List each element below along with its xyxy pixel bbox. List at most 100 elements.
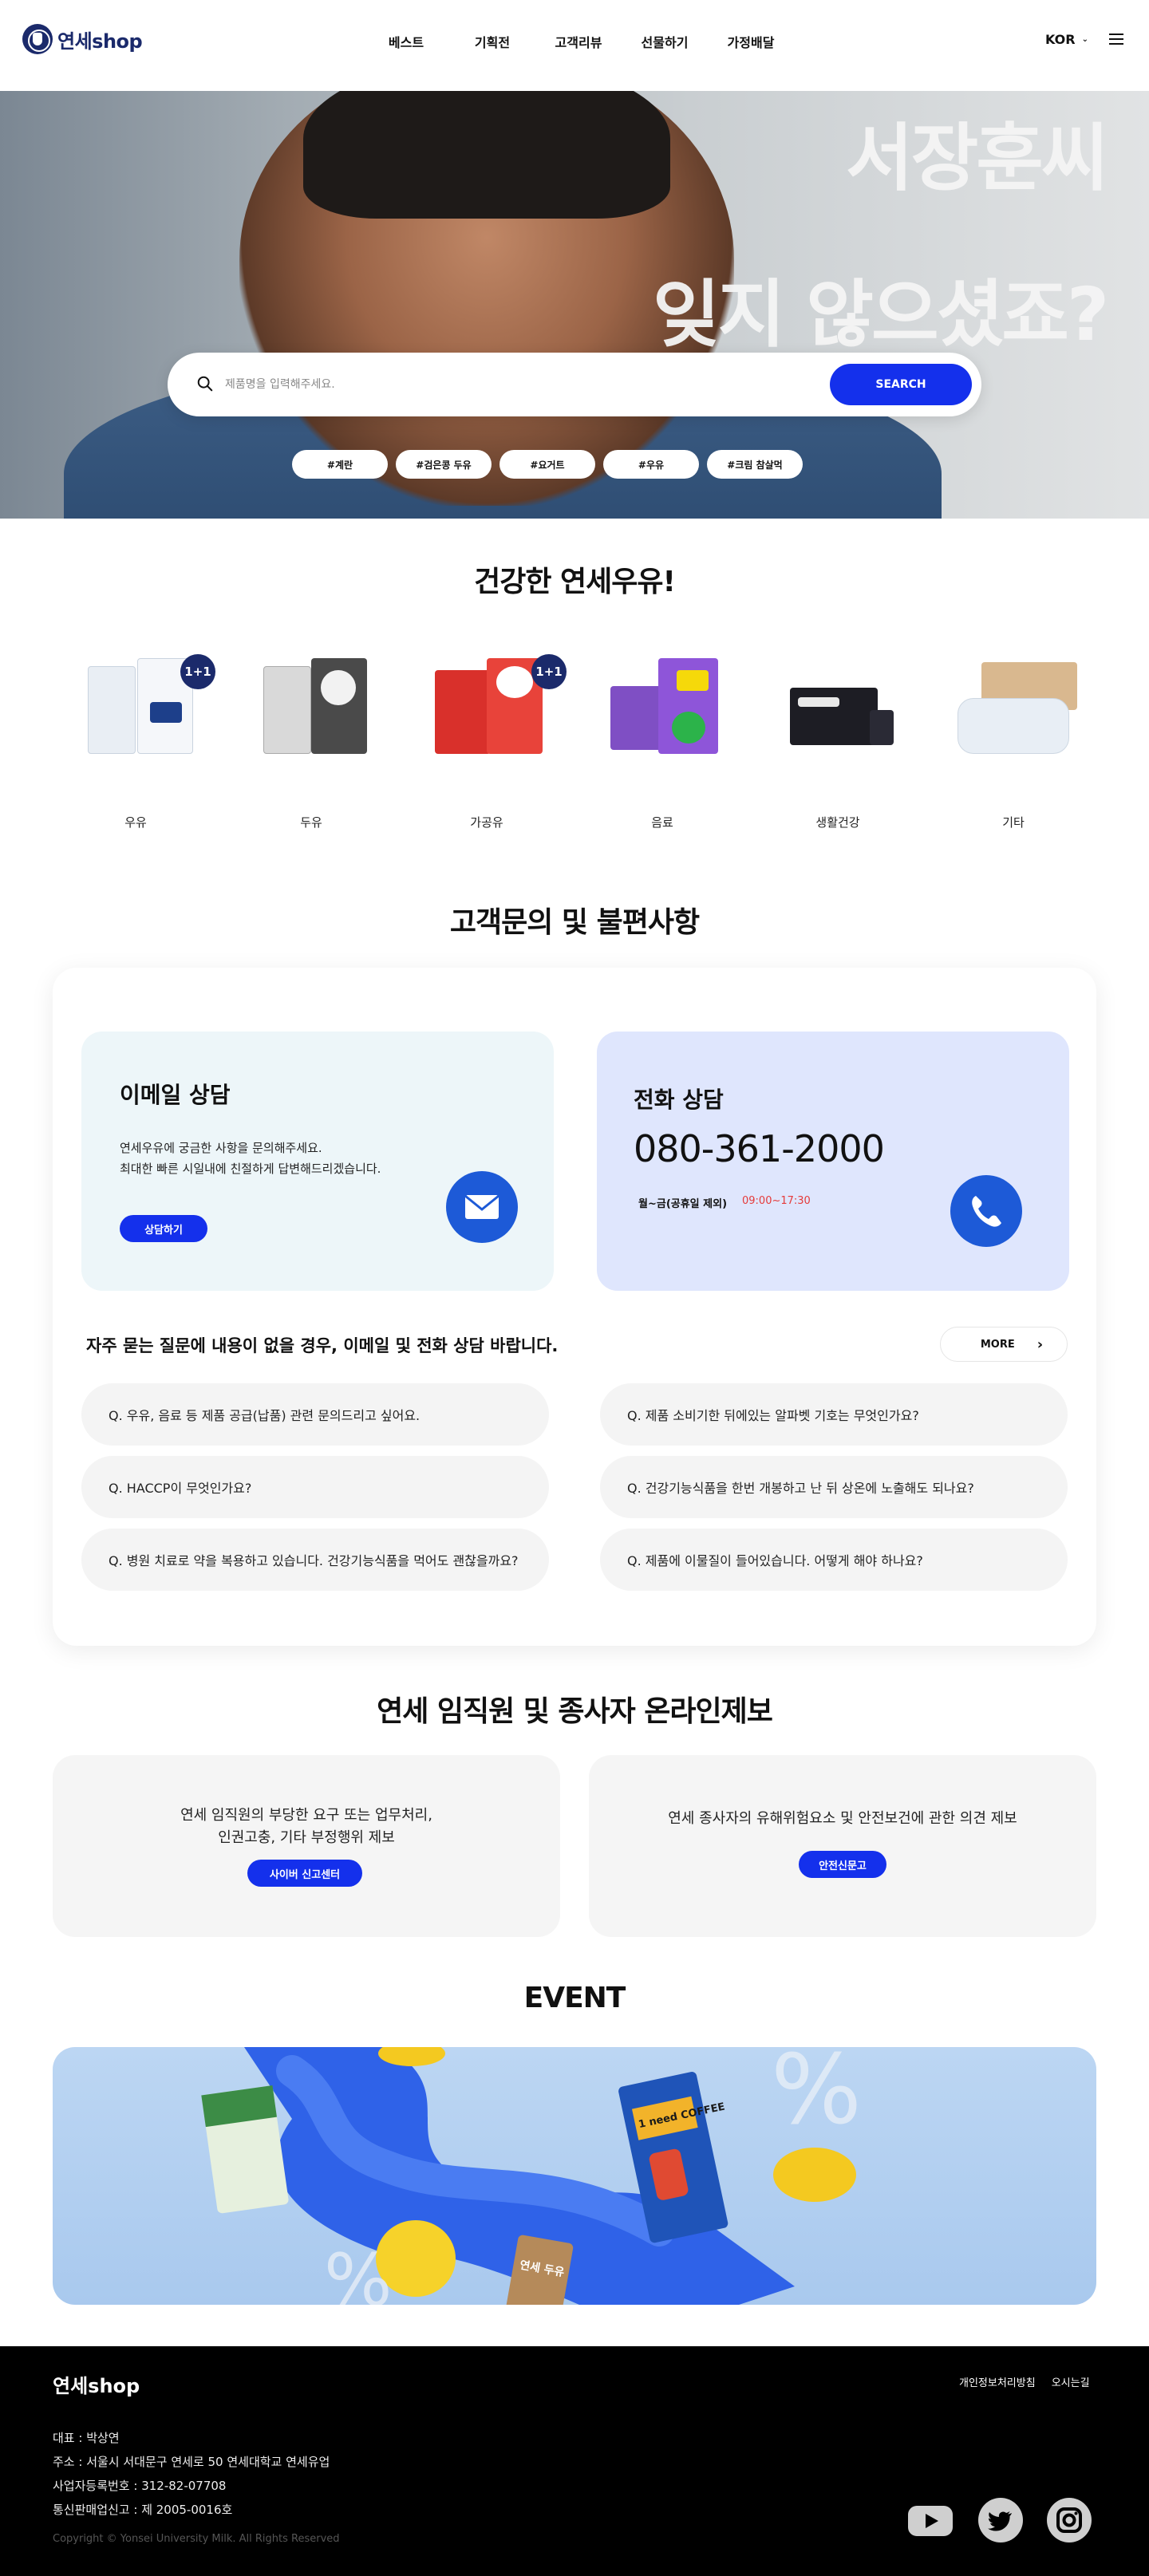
phone-hours: 09:00~17:30: [742, 1195, 811, 1207]
chevron-right-icon: ›: [1036, 1335, 1044, 1353]
site-footer: 연세shop 개인정보처리방침 오시는길 대표 : 박상연 주소 : 서울시 서…: [0, 2346, 1149, 2576]
hashtag-list: #계란 #검은콩 두유 #요거트 #우유 #크림 참살먹: [292, 450, 803, 479]
search-button[interactable]: SEARCH: [830, 364, 972, 405]
search-box: SEARCH: [168, 353, 981, 416]
phone-title: 전화 상담: [634, 1087, 724, 1113]
safety-report-button[interactable]: 안전신문고: [799, 1851, 886, 1878]
nav-best[interactable]: 베스트: [363, 32, 449, 51]
category-soymilk[interactable]: 두유: [223, 638, 399, 830]
phone-icon: [950, 1175, 1022, 1247]
category-label: 기타: [1002, 815, 1025, 830]
faq-item[interactable]: Q. 건강기능식품을 한번 개봉하고 난 뒤 상온에 노출해도 되나요?: [600, 1456, 1068, 1518]
faq-question: Q. 건강기능식품을 한번 개봉하고 난 뒤 상온에 노출해도 되나요?: [627, 1481, 974, 1496]
footer-links: 개인정보처리방침 오시는길: [959, 2374, 1090, 2389]
faq-heading: 자주 묻는 질문에 내용이 없을 경우, 이메일 및 전화 상담 바랍니다.: [86, 1336, 559, 1355]
safety-report-text: 연세 종사자의 유해위험요소 및 안전보건에 관한 의견 제보: [668, 1810, 1017, 1827]
phone-days: 월~금(공휴일 제외): [638, 1198, 728, 1210]
faq-question: Q. 제품 소비기한 뒤에있는 알파벳 기호는 무엇인가요?: [627, 1408, 919, 1423]
chevron-down-icon: ⌄: [1081, 35, 1088, 44]
category-label: 우유: [124, 815, 147, 830]
category-label: 음료: [651, 815, 673, 830]
event-title: EVENT: [523, 1982, 626, 2014]
promo-badge: 1+1: [531, 654, 567, 689]
svg-text:%: %: [324, 2239, 393, 2305]
nav-reviews[interactable]: 고객리뷰: [535, 32, 622, 51]
hero-banner: 서장훈씨 잊지 않으셨죠? SEARCH #계란 #검은콩 두유 #요거트 #우…: [0, 91, 1149, 519]
faq-question: Q. 우유, 음료 등 제품 공급(납품) 관련 문의드리고 싶어요.: [109, 1408, 421, 1423]
category-label: 생활건강: [815, 815, 860, 830]
etc-product-image: [950, 638, 1077, 766]
nav-special[interactable]: 기획전: [449, 32, 535, 51]
safety-report-card: 연세 종사자의 유해위험요소 및 안전보건에 관한 의견 제보 안전신문고: [589, 1755, 1096, 1937]
flavored-milk-product-image: [423, 638, 551, 766]
faq-question: Q. 제품에 이물질이 들어있습니다. 어떻게 해야 하나요?: [627, 1553, 923, 1568]
promo-badge: 1+1: [180, 654, 215, 689]
menu-icon[interactable]: [1109, 34, 1123, 45]
nav-delivery[interactable]: 가정배달: [708, 32, 794, 51]
cyber-report-button[interactable]: 사이버 신고센터: [247, 1860, 362, 1887]
faq-item[interactable]: Q. 병원 치료로 약을 복용하고 있습니다. 건강기능식품을 먹어도 괜찮을까…: [81, 1529, 549, 1591]
footer-ceo: 대표 : 박상연: [53, 2431, 120, 2445]
hashtag-soymilk[interactable]: #검은콩 두유: [396, 450, 492, 479]
category-etc[interactable]: 기타: [926, 638, 1101, 830]
hashtag-milk[interactable]: #우유: [603, 450, 699, 479]
mail-icon: [446, 1171, 518, 1243]
logo-text: 연세shop: [57, 30, 143, 53]
copyright: Copyright © Yonsei University Milk. All …: [53, 2533, 340, 2545]
cyber-report-line-1: 연세 임직원의 부당한 요구 또는 업무처리,: [180, 1807, 432, 1824]
email-consult-button[interactable]: 상담하기: [120, 1215, 207, 1242]
health-product-image: [774, 638, 902, 766]
category-health[interactable]: 생활건강: [750, 638, 926, 830]
email-consult-card: 이메일 상담 연세우유에 궁금한 사항을 문의해주세요. 최대한 빠른 시일내에…: [81, 1032, 554, 1291]
more-label: MORE: [980, 1338, 1015, 1351]
products-title: 건강한 연세우유!: [474, 566, 676, 598]
site-logo[interactable]: 연세shop: [22, 24, 143, 54]
hero-headline-1: 서장훈씨: [846, 116, 1109, 201]
footer-address: 주소 : 서울시 서대문구 연세로 50 연세대학교 연세유업: [53, 2455, 330, 2469]
event-banner[interactable]: % % 1 need COFFEE 연세 두유: [53, 2047, 1096, 2305]
cyber-report-card: 연세 임직원의 부당한 요구 또는 업무처리, 인권고충, 기타 부정행위 제보…: [53, 1755, 560, 1937]
phone-number: 080-361-2000: [634, 1127, 885, 1170]
hashtag-egg[interactable]: #계란: [292, 450, 388, 479]
category-beverage[interactable]: 음료: [574, 638, 750, 830]
hero-headline-2: 잊지 않으셨죠?: [653, 272, 1109, 357]
cyber-report-line-2: 인권고충, 기타 부정행위 제보: [218, 1829, 395, 1846]
language-label: KOR: [1045, 32, 1076, 47]
faq-question: Q. HACCP이 무엇인가요?: [109, 1481, 252, 1496]
inquiry-title: 고객문의 및 불편사항: [449, 906, 700, 939]
footer-biz-no: 사업자등록번호 : 312-82-07708: [53, 2479, 227, 2493]
faq-item[interactable]: Q. 우유, 음료 등 제품 공급(납품) 관련 문의드리고 싶어요.: [81, 1383, 549, 1446]
category-milk[interactable]: 1+1 우유: [48, 638, 223, 830]
nav-gift[interactable]: 선물하기: [622, 32, 708, 51]
faq-item[interactable]: Q. 제품 소비기한 뒤에있는 알파벳 기호는 무엇인가요?: [600, 1383, 1068, 1446]
page: 연세shop 베스트 기획전 고객리뷰 선물하기 가정배달 KOR ⌄ 서장훈씨…: [0, 0, 1149, 2576]
faq-item[interactable]: Q. HACCP이 무엇인가요?: [81, 1456, 549, 1518]
language-selector[interactable]: KOR ⌄: [1045, 32, 1088, 47]
search-input[interactable]: [225, 369, 704, 400]
yonsei-emblem-icon: [22, 24, 53, 54]
phone-consult-card: 전화 상담 080-361-2000 월~금(공휴일 제외) 09:00~17:…: [597, 1032, 1069, 1291]
event-banner-illustration: % % 1 need COFFEE 연세 두유: [201, 2047, 862, 2305]
privacy-policy-link[interactable]: 개인정보처리방침: [959, 2374, 1036, 2389]
email-desc-line-2: 최대한 빠른 시일내에 친절하게 답변해드리겠습니다.: [120, 1162, 381, 1176]
main-nav: 베스트 기획전 고객리뷰 선물하기 가정배달: [363, 32, 794, 51]
faq-question: Q. 병원 치료로 약을 복용하고 있습니다. 건강기능식품을 먹어도 괜찮을까…: [109, 1553, 519, 1568]
hashtag-yogurt[interactable]: #요거트: [499, 450, 595, 479]
twitter-icon[interactable]: [977, 2496, 1025, 2544]
report-title: 연세 임직원 및 종사자 온라인제보: [377, 1695, 773, 1728]
soymilk-product-image: [247, 638, 375, 766]
footer-logo: 연세shop: [53, 2375, 140, 2397]
faq-more-button[interactable]: MORE ›: [940, 1327, 1068, 1362]
inquiry-panel: 이메일 상담 연세우유에 궁금한 사항을 문의해주세요. 최대한 빠른 시일내에…: [53, 968, 1096, 1646]
beverage-product-image: [598, 638, 726, 766]
faq-item[interactable]: Q. 제품에 이물질이 들어있습니다. 어떻게 해야 하나요?: [600, 1529, 1068, 1591]
directions-link[interactable]: 오시는길: [1052, 2374, 1090, 2389]
category-flavored-milk[interactable]: 1+1 가공유: [399, 638, 574, 830]
instagram-icon[interactable]: [1045, 2496, 1093, 2544]
footer-mail-order: 통신판매업신고 : 제 2005-0016호: [53, 2503, 233, 2517]
hashtag-cream[interactable]: #크림 참살먹: [707, 450, 803, 479]
category-label: 두유: [300, 815, 322, 830]
email-title: 이메일 상담: [120, 1082, 231, 1108]
youtube-icon[interactable]: [906, 2496, 954, 2544]
milk-product-image: [72, 638, 199, 766]
